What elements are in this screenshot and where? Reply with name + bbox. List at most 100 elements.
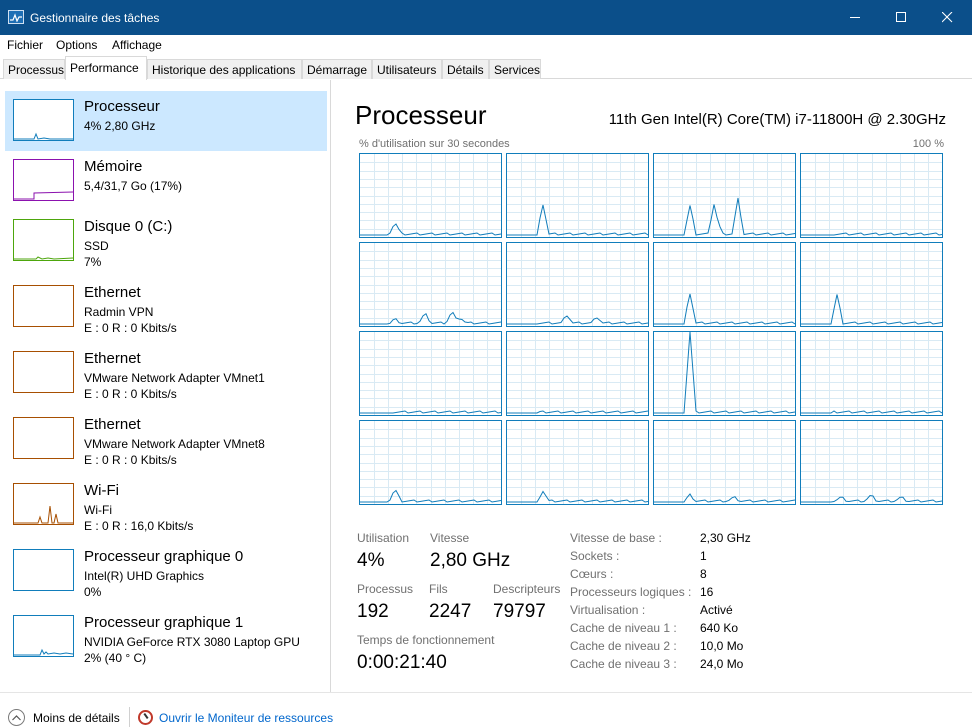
resource-subtitle: 5,4/31,7 Go (17%) (84, 179, 183, 193)
resource-memoire[interactable]: Mémoire 5,4/31,7 Go (17%) (5, 151, 327, 211)
resource-title: Processeur graphique 0 (84, 548, 244, 565)
footer-divider (129, 707, 130, 727)
fils-label: Fils (429, 582, 448, 596)
resource-list: Processeur 4% 2,80 GHz Mémoire 5,4/31,7 … (0, 80, 331, 692)
spec-value-l1: 640 Ko (700, 621, 739, 635)
core-graph (653, 331, 796, 416)
window-title: Gestionnaire des tâches (30, 11, 160, 25)
core-graph (800, 420, 943, 505)
spec-label-virtualization: Virtualisation : (570, 603, 646, 617)
cpu-thumbnail (13, 99, 74, 141)
resource-subtitle: NVIDIA GeForce RTX 3080 Laptop GPU (84, 635, 300, 649)
utilisation-value: 4% (357, 550, 385, 571)
menu-fichier[interactable]: Fichier (7, 38, 43, 52)
core-graph (800, 242, 943, 327)
spec-label-logical: Processeurs logiques : (570, 585, 692, 599)
ethernet-thumbnail (13, 351, 74, 393)
resource-detail: E : 0 R : 0 Kbits/s (84, 321, 177, 335)
spec-value-logical: 16 (700, 585, 714, 599)
gpu-thumbnail (13, 615, 74, 657)
task-manager-icon (8, 10, 24, 24)
detail-pane: Processeur 11th Gen Intel(R) Core(TM) i7… (332, 80, 972, 692)
resource-monitor-icon (138, 710, 153, 725)
spec-value-virtualization: Activé (700, 603, 733, 617)
resource-detail: 0% (84, 585, 102, 599)
resource-title: Processeur graphique 1 (84, 614, 244, 631)
graph-max: 100 % (912, 138, 944, 150)
utilisation-label: Utilisation (357, 531, 410, 545)
resource-title: Disque 0 (C:) (84, 218, 173, 235)
processus-value: 192 (357, 601, 389, 622)
resource-gpu1[interactable]: Processeur graphique 1 NVIDIA GeForce RT… (5, 607, 327, 667)
resource-detail: E : 0 R : 16,0 Kbits/s (84, 519, 194, 533)
resource-wifi[interactable]: Wi-Fi Wi-Fi E : 0 R : 16,0 Kbits/s (5, 475, 327, 535)
resource-processeur[interactable]: Processeur 4% 2,80 GHz (5, 91, 327, 151)
tab-services[interactable]: Services (489, 59, 541, 79)
menu-options[interactable]: Options (56, 38, 97, 52)
chevron-up-icon (8, 709, 25, 726)
cpu-graph-grid (359, 153, 944, 506)
tab-processus[interactable]: Processus (3, 59, 65, 79)
less-details-button[interactable]: Moins de détails (8, 709, 120, 726)
core-graph (800, 153, 943, 238)
tab-details[interactable]: Détails (442, 59, 489, 79)
tab-historique[interactable]: Historique des applications (147, 59, 302, 79)
ethernet-thumbnail (13, 285, 74, 327)
descripteurs-label: Descripteurs (493, 582, 561, 596)
footer: Moins de détails Ouvrir le Moniteur de r… (0, 692, 972, 727)
title-bar[interactable]: Gestionnaire des tâches (0, 0, 972, 35)
resource-title: Wi-Fi (84, 482, 119, 499)
graph-label: % d'utilisation sur 30 secondes (359, 138, 510, 150)
resource-subtitle: VMware Network Adapter VMnet1 (84, 371, 265, 385)
core-graph (359, 420, 502, 505)
spec-value-sockets: 1 (700, 549, 707, 563)
spec-label-l3: Cache de niveau 3 : (570, 657, 677, 671)
close-button[interactable] (924, 0, 970, 35)
detail-title: Processeur (355, 100, 487, 130)
resource-gpu0[interactable]: Processeur graphique 0 Intel(R) UHD Grap… (5, 541, 327, 601)
maximize-button[interactable] (878, 0, 924, 35)
resource-monitor-link[interactable]: Ouvrir le Moniteur de ressources (138, 710, 333, 725)
resource-ethernet-vmnet1[interactable]: Ethernet VMware Network Adapter VMnet1 E… (5, 343, 327, 403)
resource-title: Processeur (84, 98, 160, 115)
resource-subtitle: Radmin VPN (84, 305, 154, 319)
spec-label-l1: Cache de niveau 1 : (570, 621, 677, 635)
resource-subtitle: SSD (84, 239, 109, 253)
maximize-icon (895, 12, 906, 22)
minimize-icon (849, 17, 860, 18)
resource-subtitle: Wi-Fi (84, 503, 112, 517)
cpu-model: 11th Gen Intel(R) Core(TM) i7-11800H @ 2… (608, 111, 946, 128)
disk-thumbnail (13, 219, 74, 261)
uptime-value: 0:00:21:40 (357, 652, 447, 673)
menu-affichage[interactable]: Affichage (112, 38, 162, 52)
core-graph (506, 331, 649, 416)
resource-detail: E : 0 R : 0 Kbits/s (84, 387, 177, 401)
core-graph (506, 153, 649, 238)
resource-subtitle: 4% 2,80 GHz (84, 119, 156, 133)
core-graph (800, 331, 943, 416)
ethernet-thumbnail (13, 417, 74, 459)
uptime-label: Temps de fonctionnement (357, 633, 495, 647)
gpu-thumbnail (13, 549, 74, 591)
resource-ethernet-radmin[interactable]: Ethernet Radmin VPN E : 0 R : 0 Kbits/s (5, 277, 327, 337)
memory-thumbnail (13, 159, 74, 201)
tab-utilisateurs[interactable]: Utilisateurs (372, 59, 442, 79)
fils-value: 2247 (429, 601, 472, 622)
resource-disque[interactable]: Disque 0 (C:) SSD 7% (5, 211, 327, 271)
resource-ethernet-vmnet8[interactable]: Ethernet VMware Network Adapter VMnet8 E… (5, 409, 327, 469)
spec-value-l3: 24,0 Mo (700, 657, 744, 671)
spec-label-l2: Cache de niveau 2 : (570, 639, 677, 653)
core-graph (359, 153, 502, 238)
resource-title: Ethernet (84, 284, 141, 301)
spec-label-base-speed: Vitesse de base : (570, 531, 662, 545)
core-graph (653, 153, 796, 238)
resource-monitor-label: Ouvrir le Moniteur de ressources (159, 710, 334, 725)
menu-bar: Fichier Options Affichage (0, 35, 972, 55)
less-details-label: Moins de détails (33, 710, 120, 725)
tab-performance[interactable]: Performance (65, 56, 147, 80)
core-graph (653, 242, 796, 327)
core-graph (359, 331, 502, 416)
minimize-button[interactable] (832, 0, 878, 35)
resource-detail: 7% (84, 255, 102, 269)
tab-demarrage[interactable]: Démarrage (302, 59, 372, 79)
